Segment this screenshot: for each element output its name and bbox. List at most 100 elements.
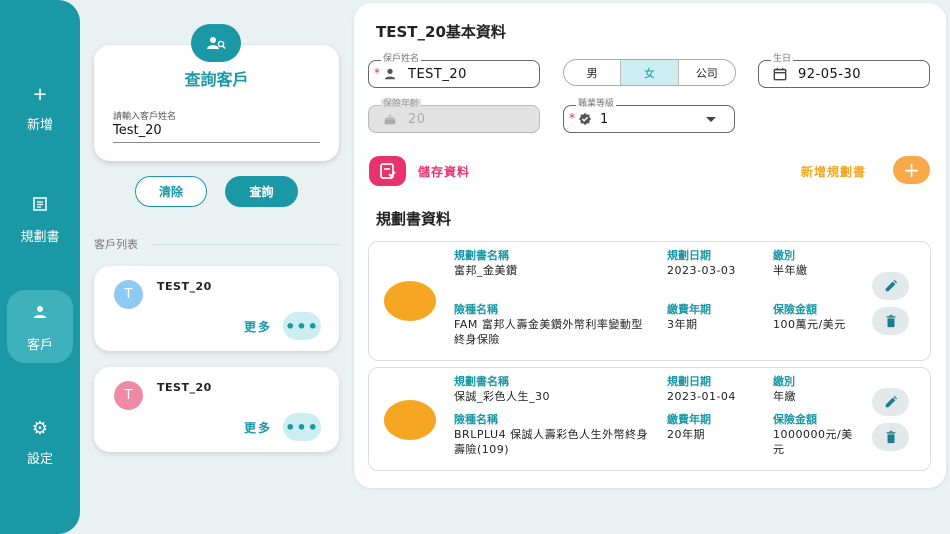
plan-product-header: 險種名稱: [454, 303, 498, 316]
gender-option-male[interactable]: 男: [564, 60, 622, 85]
plan-term-header: 繳費年期: [667, 303, 711, 316]
search-input-label: 請輸入客戶姓名: [113, 112, 177, 122]
cake-icon: [383, 112, 397, 129]
age-field-label: 保險年齡: [381, 99, 422, 110]
nav-item-plans[interactable]: 規劃書: [0, 196, 80, 245]
plan-amount-header: 保險金額: [773, 413, 817, 426]
plan-name: 富邦_金美鑽: [454, 264, 518, 277]
plan-date-header: 規劃日期: [667, 375, 711, 388]
birthday-field-label: 生日: [771, 54, 794, 65]
plans-section-title: 規劃書資料: [376, 210, 452, 228]
person-icon: [32, 304, 48, 326]
plus-icon: +: [903, 158, 920, 182]
trash-icon: [886, 430, 895, 444]
verified-badge-icon: [578, 112, 592, 129]
job-level-value: 1: [600, 112, 609, 127]
edit-button[interactable]: [872, 272, 909, 300]
customer-card[interactable]: T TEST_20 更多 •••: [94, 266, 339, 351]
plan-name-col: 規劃書名稱 保誠_彩色人生_30: [454, 374, 649, 404]
nav-item-settings[interactable]: ⚙ 設定: [0, 418, 80, 467]
plan-avatar: [384, 281, 436, 321]
chevron-down-icon: [706, 117, 716, 122]
plan-date-col: 規劃日期 2023-03-03: [667, 248, 749, 278]
name-field-label: 保戶姓名: [381, 54, 422, 65]
plan-freq: 半年繳: [773, 264, 808, 277]
customer-list-label: 客戶列表: [94, 238, 138, 251]
gender-option-female[interactable]: 女: [621, 60, 679, 85]
trash-icon: [886, 314, 895, 328]
plan-freq: 年繳: [773, 390, 796, 403]
more-link[interactable]: 更多: [244, 419, 272, 436]
insurance-age-field: 保險年齡 20: [368, 99, 540, 133]
delete-button[interactable]: [872, 423, 909, 451]
plus-icon: +: [32, 84, 48, 105]
plan-date-header: 規劃日期: [667, 249, 711, 262]
age-value: 20: [408, 112, 426, 127]
plan-freq-col: 繳別 半年繳: [773, 248, 853, 278]
search-input[interactable]: Test_20: [113, 123, 320, 143]
nav-item-add[interactable]: + 新增: [0, 84, 80, 133]
plan-product-col: 險種名稱 BRLPLU4 保誠人壽彩色人生外幣終身壽險(109): [454, 412, 649, 457]
gender-option-company[interactable]: 公司: [679, 60, 735, 85]
nav-item-label: 新增: [26, 118, 53, 133]
plan-avatar: [384, 400, 436, 440]
nav-item-label: 設定: [26, 452, 53, 467]
birthday-value: 92-05-30: [798, 67, 862, 82]
plan-term: 3年期: [667, 318, 698, 331]
more-link[interactable]: 更多: [244, 318, 272, 335]
edit-button[interactable]: [872, 388, 909, 416]
save-label[interactable]: 儲存資料: [418, 163, 470, 180]
more-options-button[interactable]: •••: [283, 312, 321, 340]
gear-icon: ⚙: [31, 418, 49, 439]
avatar: T: [114, 381, 143, 410]
plan-name-header: 規劃書名稱: [454, 249, 509, 262]
plan-name-header: 規劃書名稱: [454, 375, 509, 388]
document-icon: [32, 196, 48, 218]
plan-card[interactable]: 規劃書名稱 富邦_金美鑽 規劃日期 2023-03-03 繳別 半年繳 險種名稱…: [368, 241, 931, 361]
query-button[interactable]: 查詢: [225, 176, 298, 207]
new-plan-button[interactable]: +: [893, 156, 930, 184]
ellipsis-icon: •••: [285, 417, 319, 437]
birthday-field[interactable]: 生日 92-05-30: [758, 54, 930, 88]
clear-button[interactable]: 清除: [135, 176, 207, 207]
required-marker: *: [569, 111, 575, 125]
plan-date: 2023-03-03: [667, 264, 736, 277]
nav-item-label: 規劃書: [20, 230, 60, 245]
job-level-select[interactable]: 職業等級 * 1: [563, 99, 735, 133]
plan-term-col: 繳費年期 20年期: [667, 412, 749, 442]
plan-card[interactable]: 規劃書名稱 保誠_彩色人生_30 規劃日期 2023-01-04 繳別 年繳 險…: [368, 367, 931, 471]
gender-selector[interactable]: 男 女 公司: [563, 59, 736, 86]
plan-term-col: 繳費年期 3年期: [667, 302, 749, 332]
customer-search-card: 查詢客戶 請輸入客戶姓名 Test_20: [94, 45, 339, 161]
save-button[interactable]: [369, 156, 406, 186]
plan-date-col: 規劃日期 2023-01-04: [667, 374, 749, 404]
name-value: TEST_20: [408, 67, 467, 82]
nav-item-label: 客戶: [26, 338, 53, 353]
plan-product: FAM 富邦人壽金美鑽外幣利率變動型終身保險: [454, 318, 643, 346]
plan-amount-col: 保險金額 1000000元/美元: [773, 412, 853, 457]
side-nav-rail: + 新增 規劃書 客戶 ⚙ 設定: [0, 0, 80, 534]
pencil-icon: [885, 395, 897, 408]
divider: [153, 244, 338, 245]
plan-term-header: 繳費年期: [667, 413, 711, 426]
calendar-icon: [773, 67, 787, 84]
customer-card[interactable]: T TEST_20 更多 •••: [94, 367, 339, 452]
plan-amount: 1000000元/美元: [773, 428, 853, 456]
pencil-icon: [885, 279, 897, 292]
name-field[interactable]: 保戶姓名 * TEST_20: [368, 54, 540, 88]
plan-amount-header: 保險金額: [773, 303, 817, 316]
customer-name: TEST_20: [157, 280, 212, 293]
plan-date: 2023-01-04: [667, 390, 736, 403]
search-person-icon: [191, 24, 241, 62]
page-title: TEST_20基本資料: [376, 23, 506, 41]
required-marker: *: [374, 66, 380, 80]
save-icon: [379, 163, 396, 179]
plan-product: BRLPLU4 保誠人壽彩色人生外幣終身壽險(109): [454, 428, 649, 456]
plan-freq-col: 繳別 年繳: [773, 374, 853, 404]
plan-freq-header: 繳別: [773, 249, 795, 262]
delete-button[interactable]: [872, 307, 909, 335]
new-plan-label[interactable]: 新增規劃書: [801, 163, 866, 180]
nav-item-customers[interactable]: 客戶: [7, 290, 73, 363]
more-options-button[interactable]: •••: [283, 413, 321, 441]
plan-name-col: 規劃書名稱 富邦_金美鑽: [454, 248, 649, 278]
